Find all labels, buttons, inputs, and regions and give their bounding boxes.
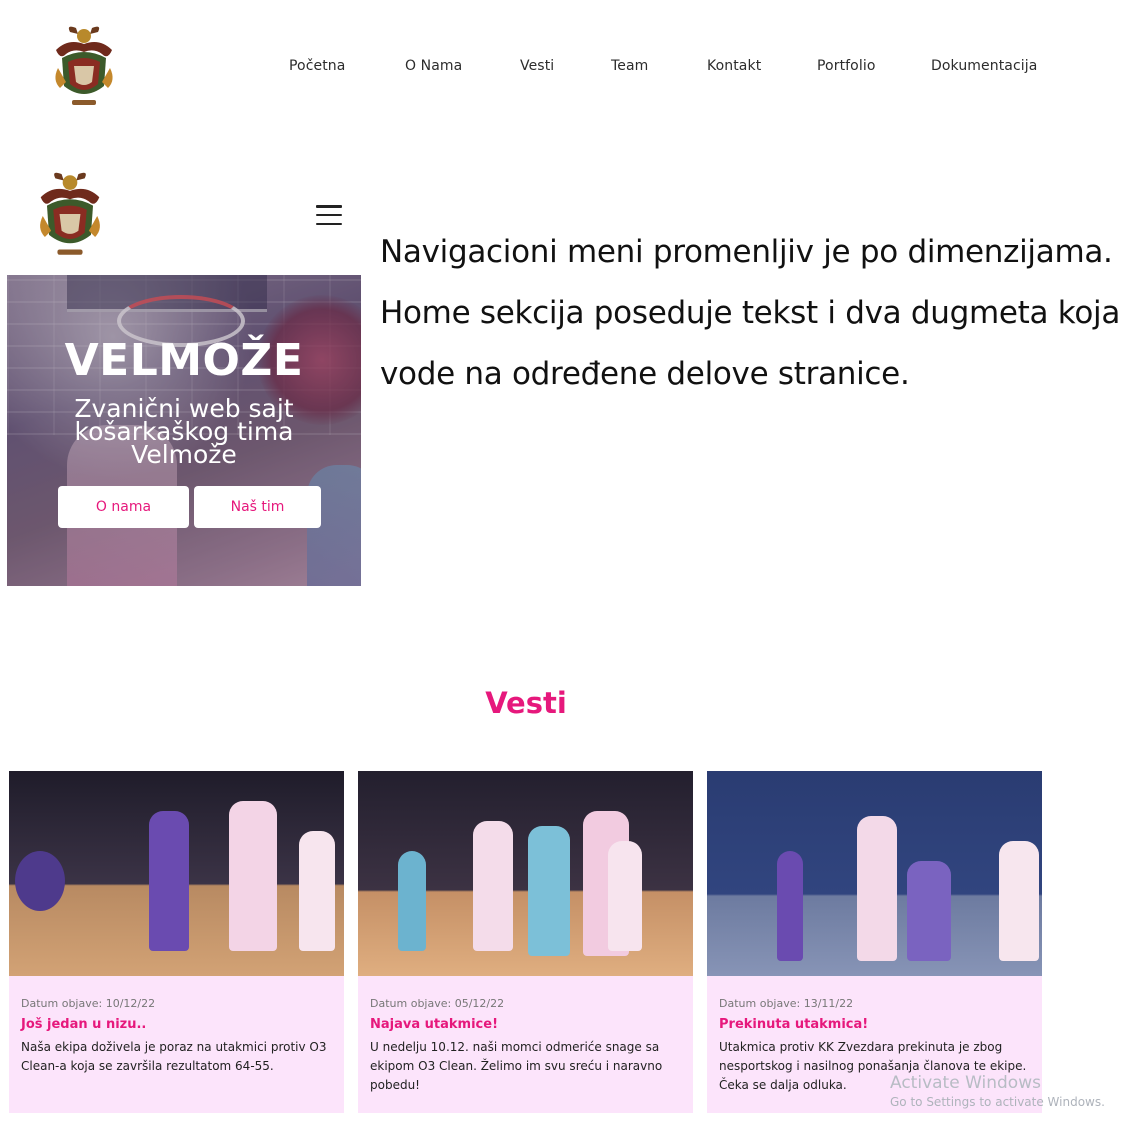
news-title[interactable]: Najava utakmice! [370,1017,498,1032]
news-title[interactable]: Još jedan u nizu.. [21,1017,146,1032]
nav-item-team[interactable]: Team [611,58,648,74]
news-date: Datum objave: 13/11/22 [719,997,854,1010]
about-button[interactable]: O nama [58,486,189,528]
team-button[interactable]: Naš tim [194,486,321,528]
news-card[interactable]: Datum objave: 13/11/22 Prekinuta utakmic… [707,771,1042,1113]
news-photo [9,771,344,976]
hamburger-menu-icon[interactable] [316,205,342,225]
main-navigation: Početna O Nama Vesti Team Kontakt Portfo… [262,56,1072,78]
news-heading: Vesti [485,686,567,720]
watermark-line2: Go to Settings to activate Windows. [890,1095,1105,1109]
hero-section: VELMOŽE Zvanični web sajt košarkaškog ti… [7,275,361,586]
news-card[interactable]: Datum objave: 10/12/22 Još jedan u nizu.… [9,771,344,1113]
nav-item-vesti[interactable]: Vesti [520,58,554,74]
crest-logo-icon[interactable] [30,170,110,260]
windows-activation-watermark: Activate Windows Go to Settings to activ… [890,1073,1140,1109]
nav-item-pocetna[interactable]: Početna [289,58,345,74]
news-card[interactable]: Datum objave: 05/12/22 Najava utakmice! … [358,771,693,1113]
news-title[interactable]: Prekinuta utakmica! [719,1017,868,1032]
description-text: Navigacioni meni promenljiv je po dimenz… [380,234,1121,392]
news-photo [358,771,693,976]
hero-subtitle: Zvanični web sajt košarkaškog tima Velmo… [74,394,294,469]
news-date: Datum objave: 10/12/22 [21,997,156,1010]
news-text: U nedelju 10.12. naši momci odmeriće sna… [370,1040,663,1092]
news-date: Datum objave: 05/12/22 [370,997,505,1010]
news-photo [707,771,1042,976]
nav-item-portfolio[interactable]: Portfolio [817,58,876,74]
nav-item-o-nama[interactable]: O Nama [405,58,462,74]
nav-item-dokumentacija[interactable]: Dokumentacija [931,58,1037,74]
hero-title: VELMOŽE [64,335,304,386]
news-text: Naša ekipa doživela je poraz na utakmici… [21,1040,327,1073]
nav-item-kontakt[interactable]: Kontakt [707,58,761,74]
crest-logo-icon[interactable] [48,24,120,110]
watermark-line1: Activate Windows [890,1073,1041,1093]
